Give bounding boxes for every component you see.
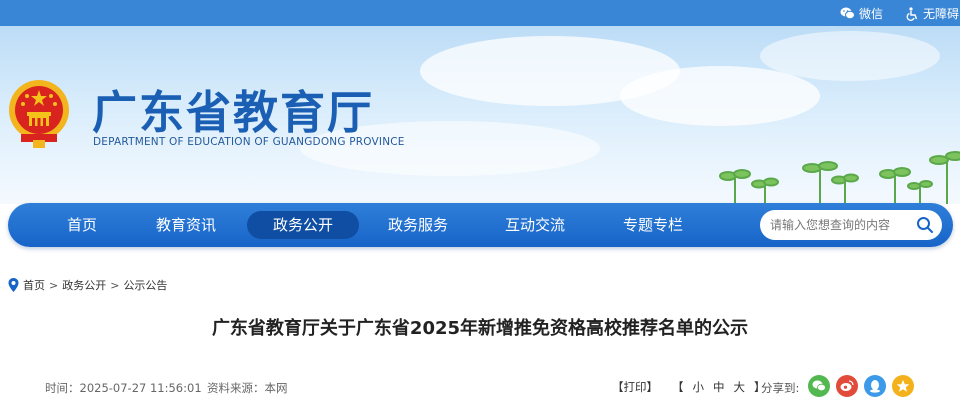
breadcrumb-announcements[interactable]: 公示公告 xyxy=(123,277,167,293)
location-pin-icon xyxy=(8,278,19,292)
nav-item-interaction[interactable]: 互动交流 xyxy=(495,203,575,247)
nav-item-government-services[interactable]: 政务服务 xyxy=(378,203,458,247)
font-size-bracket-open: 【 xyxy=(672,380,684,394)
font-size-medium-button[interactable]: 中 xyxy=(713,379,725,395)
qq-share-icon[interactable] xyxy=(864,375,886,397)
main-nav: 首页 教育资讯 政务公开 政务服务 互动交流 专题专栏 xyxy=(8,203,953,247)
article-title: 广东省教育厅关于广东省2025年新增推免资格高校推荐名单的公示 xyxy=(211,318,749,339)
wechat-label: 微信 xyxy=(859,7,884,21)
cloud-decoration xyxy=(760,31,940,81)
nav-item-special-topics[interactable]: 专题专栏 xyxy=(613,203,693,247)
search-icon[interactable] xyxy=(916,216,934,234)
site-subtitle: DEPARTMENT OF EDUCATION OF GUANGDONG PRO… xyxy=(93,136,405,148)
accessibility-label: 无障碍 xyxy=(923,7,960,21)
nav-item-government-affairs[interactable]: 政务公开 xyxy=(247,211,359,239)
wheelchair-icon xyxy=(906,6,918,21)
top-utility-bar: 微信 无障碍 xyxy=(0,0,960,26)
font-size-small-button[interactable]: 小 xyxy=(693,379,705,395)
article-source: 资料来源：本网 xyxy=(207,381,288,395)
national-emblem-icon xyxy=(9,80,69,148)
font-size-controls: 【 小 中 大 】 xyxy=(672,379,766,395)
breadcrumb-separator: > xyxy=(110,278,120,292)
print-button[interactable]: 【打印】 xyxy=(612,379,658,395)
publish-time: 时间：2025-07-27 11:56:01 xyxy=(45,381,202,395)
nav-item-education-news[interactable]: 教育资讯 xyxy=(146,203,226,247)
breadcrumb: 首页 > 政务公开 > 公示公告 xyxy=(8,277,167,293)
breadcrumb-government-affairs[interactable]: 政务公开 xyxy=(62,277,106,293)
cloud-decoration xyxy=(620,66,820,126)
breadcrumb-home[interactable]: 首页 xyxy=(23,277,45,293)
header-banner: 广东省教育厅 DEPARTMENT OF EDUCATION OF GUANGD… xyxy=(0,26,960,204)
accessibility-link[interactable]: 无障碍 xyxy=(906,5,959,22)
share-label: 分享到: xyxy=(761,381,800,395)
wechat-icon xyxy=(840,7,855,20)
sprouts-decoration xyxy=(719,151,960,204)
nav-item-home[interactable]: 首页 xyxy=(50,203,114,247)
weibo-share-icon[interactable] xyxy=(836,375,858,397)
wechat-share-icon[interactable] xyxy=(808,375,830,397)
site-title: 广东省教育厅 xyxy=(92,86,375,139)
qzone-share-icon[interactable] xyxy=(892,375,914,397)
search-box xyxy=(760,210,942,240)
wechat-link[interactable]: 微信 xyxy=(840,5,883,22)
search-input[interactable] xyxy=(770,215,910,235)
font-size-large-button[interactable]: 大 xyxy=(734,379,746,395)
breadcrumb-separator: > xyxy=(49,278,59,292)
